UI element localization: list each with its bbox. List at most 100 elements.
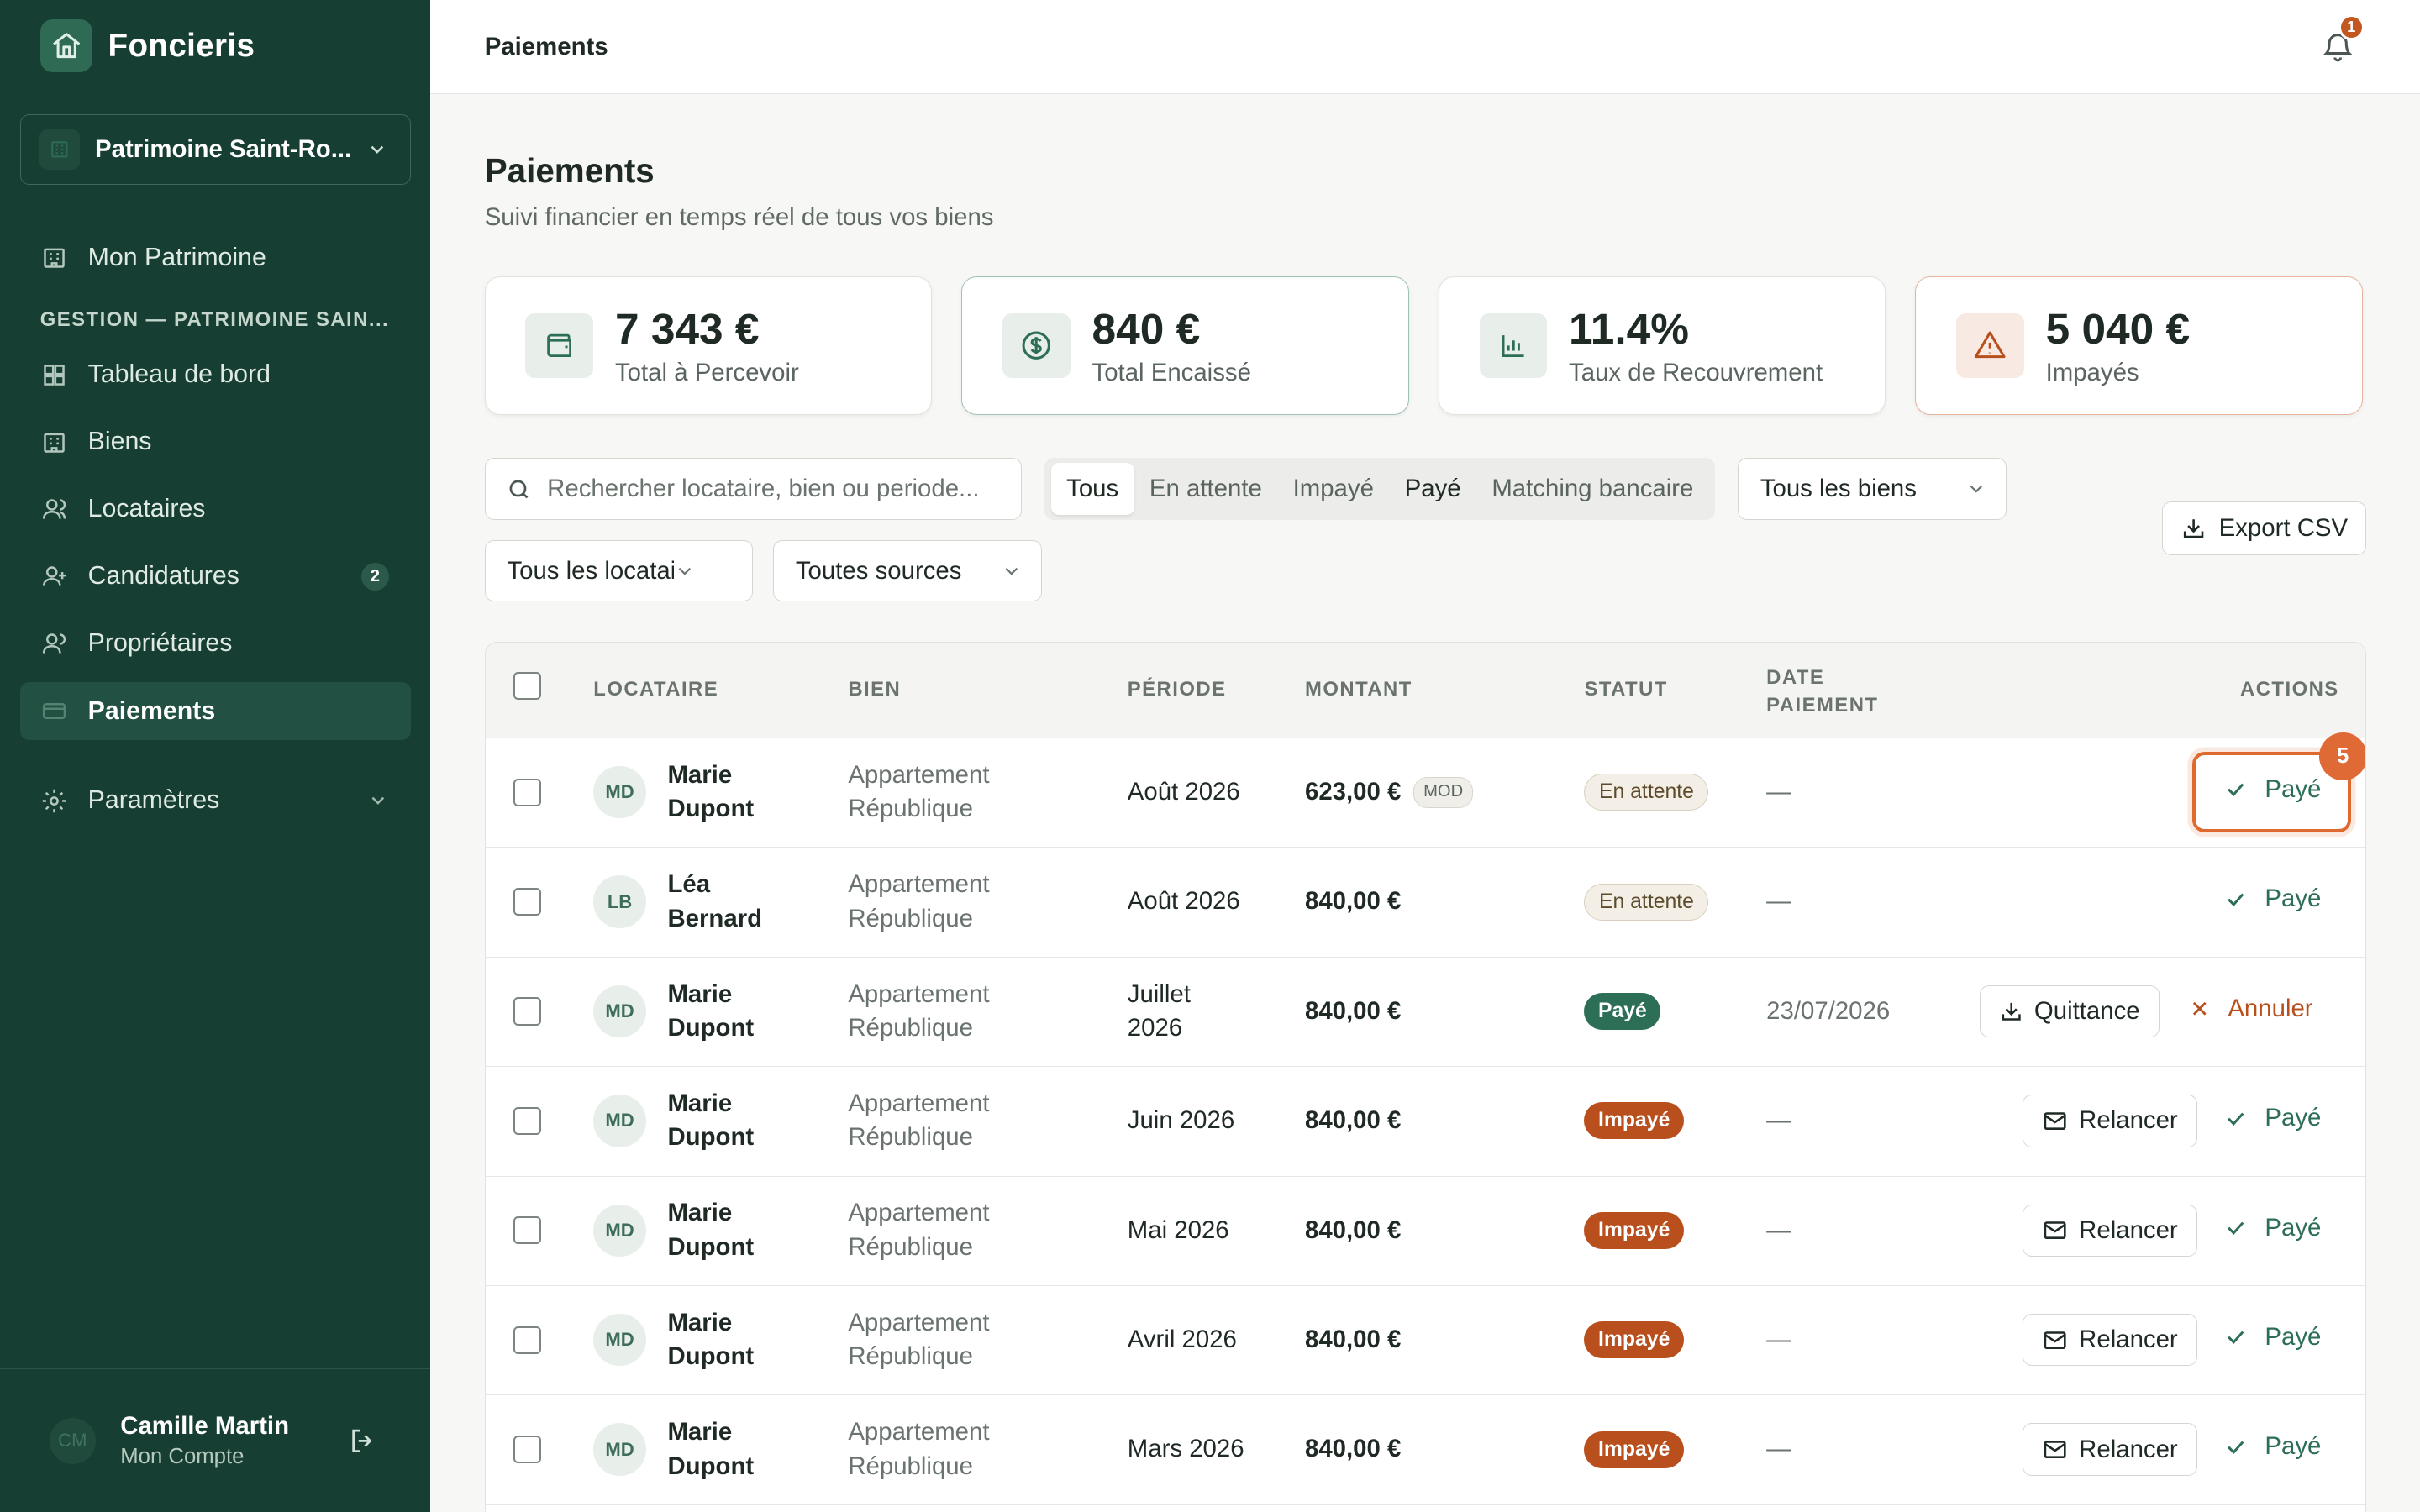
stat-value: 7 343 € bbox=[614, 304, 760, 354]
filter-matching-bancaire[interactable]: Matching bancaire bbox=[1476, 463, 1709, 515]
sidebar-item-paiements[interactable]: Paiements bbox=[19, 681, 411, 741]
mark-paid-button[interactable]: Payé bbox=[2223, 885, 2322, 913]
relancer-button[interactable]: Relancer bbox=[2023, 1313, 2197, 1367]
mail-icon bbox=[2044, 1441, 2066, 1458]
row-checkbox[interactable] bbox=[513, 1326, 541, 1354]
tenant-first-name: Marie bbox=[667, 1089, 733, 1117]
stat-card-total-encaisse: 840 € Total Encaissé bbox=[961, 276, 1409, 416]
property-line1: Appartement bbox=[848, 870, 990, 899]
amount: 840,00 € bbox=[1305, 1432, 1401, 1466]
amount: 840,00 € bbox=[1305, 885, 1401, 918]
column-header-bien: BIEN bbox=[848, 678, 902, 701]
mark-paid-label: Payé bbox=[2265, 885, 2322, 913]
mark-paid-button[interactable]: Payé bbox=[2223, 1432, 2321, 1461]
chevron-down-icon bbox=[371, 146, 384, 155]
amount: 840,00 € bbox=[1305, 995, 1401, 1028]
search-field[interactable] bbox=[484, 458, 1022, 520]
biens-select[interactable]: Tous les biens bbox=[1738, 458, 2007, 520]
mark-paid-label: Payé bbox=[2265, 1104, 2322, 1132]
select-all-checkbox[interactable] bbox=[513, 671, 541, 700]
relancer-button[interactable]: Relancer bbox=[2023, 1204, 2197, 1257]
cancel-payment-button[interactable]: Annuler bbox=[2188, 995, 2313, 1023]
payment-date: — bbox=[1766, 1106, 1791, 1135]
user-account[interactable]: CM Camille Martin Mon Compte bbox=[0, 1368, 431, 1512]
filter-paye[interactable]: Payé bbox=[1389, 463, 1476, 515]
close-icon bbox=[2192, 1001, 2207, 1016]
tenant-name[interactable]: Marie Dupont bbox=[667, 1306, 806, 1374]
sidebar-item-proprietaires[interactable]: Propriétaires bbox=[20, 615, 411, 674]
candidatures-count-badge: 2 bbox=[360, 562, 389, 591]
workspace-selector[interactable]: Patrimoine Saint-Ro... bbox=[19, 113, 411, 186]
row-checkbox[interactable] bbox=[513, 1106, 541, 1135]
relancer-label: Relancer bbox=[2079, 1326, 2178, 1354]
locataires-select[interactable]: Tous les locataires bbox=[484, 539, 754, 602]
tenant-name[interactable]: Marie Dupont bbox=[667, 1415, 806, 1483]
mark-paid-label: Payé bbox=[2265, 1322, 2322, 1351]
filter-en-attente[interactable]: En attente bbox=[1134, 463, 1278, 515]
payment-date: — bbox=[1766, 887, 1791, 916]
table-row: MD Marie Dupont Appartement République Aoû… bbox=[485, 732, 2365, 848]
quittance-button[interactable]: Quittance bbox=[1979, 984, 2160, 1038]
filter-impaye[interactable]: Impayé bbox=[1277, 463, 1389, 515]
amount-value: 840,00 € bbox=[1305, 1215, 1402, 1244]
amount-value: 840,00 € bbox=[1305, 887, 1402, 916]
check-icon bbox=[2227, 1441, 2244, 1454]
tenant-last-name: Dupont bbox=[667, 795, 755, 823]
sidebar-item-parametres[interactable]: Paramètres bbox=[20, 771, 411, 830]
check-icon bbox=[2227, 1221, 2244, 1235]
status-filter-tabs: Tous En attente Impayé Payé Matching ban… bbox=[1044, 458, 1716, 520]
chevron-down-icon bbox=[371, 796, 385, 806]
sidebar-item-mon-patrimoine[interactable]: Mon Patrimoine bbox=[20, 228, 411, 287]
brand: Foncieris bbox=[0, 0, 431, 93]
relancer-button[interactable]: Relancer bbox=[2023, 1095, 2197, 1147]
sources-select[interactable]: Toutes sources bbox=[773, 539, 1042, 602]
row-checkbox[interactable] bbox=[513, 778, 541, 806]
payment-date: — bbox=[1766, 1435, 1791, 1463]
logout-icon[interactable] bbox=[347, 1425, 378, 1457]
brand-name: Foncieris bbox=[108, 27, 255, 64]
table-row: MD Marie Dupont Appartement République Mai… bbox=[485, 1177, 2365, 1286]
tenant-name[interactable]: Marie Dupont bbox=[667, 759, 806, 827]
mark-paid-button[interactable]: Payé bbox=[2223, 1104, 2322, 1132]
sidebar-item-locataires[interactable]: Locataires bbox=[20, 480, 411, 538]
avatar: MD bbox=[593, 1313, 646, 1367]
amount-value: 840,00 € bbox=[1305, 996, 1402, 1025]
column-header-date-line1: DATE bbox=[1766, 665, 1825, 689]
mark-paid-button[interactable]: Payé bbox=[2223, 775, 2321, 804]
row-checkbox[interactable] bbox=[513, 997, 541, 1026]
tenant-name[interactable]: Marie Dupont bbox=[667, 978, 806, 1046]
mark-paid-button[interactable]: Payé bbox=[2223, 1322, 2322, 1352]
relancer-button[interactable]: Relancer bbox=[2023, 1423, 2197, 1476]
tenant-name[interactable]: Marie Dupont bbox=[667, 1196, 806, 1264]
user-plus-icon bbox=[42, 566, 66, 586]
user-info: Camille Martin Mon Compte bbox=[120, 1412, 347, 1470]
cancel-label: Annuler bbox=[2228, 994, 2313, 1022]
property-name: Appartement République bbox=[848, 978, 1064, 1046]
mark-paid-button[interactable]: Payé bbox=[2223, 1214, 2321, 1242]
sidebar-item-candidatures[interactable]: Candidatures 2 bbox=[20, 548, 411, 606]
sidebar-item-biens[interactable]: Biens bbox=[20, 412, 411, 471]
export-csv-button[interactable]: Export CSV bbox=[2162, 501, 2366, 556]
workspace-name: Patrimoine Saint-Ro... bbox=[95, 135, 352, 164]
chevron-down-icon bbox=[1005, 567, 1018, 575]
row-checkbox[interactable] bbox=[513, 1436, 541, 1464]
column-header-montant: MONTANT bbox=[1305, 678, 1413, 701]
row-checkbox[interactable] bbox=[513, 888, 541, 916]
tenant-name[interactable]: Léa Bernard bbox=[667, 868, 806, 936]
property-line2: République bbox=[848, 1123, 973, 1152]
tenant-name[interactable]: Marie Dupont bbox=[667, 1087, 806, 1155]
stat-card-impayes: 5 040 € Impayés bbox=[1915, 276, 2363, 416]
status-badge: En attente bbox=[1584, 883, 1709, 921]
sidebar-item-tableau-de-bord[interactable]: Tableau de bord bbox=[20, 345, 411, 404]
row-checkbox[interactable] bbox=[513, 1216, 541, 1245]
search-input[interactable] bbox=[547, 475, 995, 504]
stat-label: Impayés bbox=[2045, 358, 2139, 386]
chevron-down-icon bbox=[1970, 486, 1982, 493]
payment-date: — bbox=[1766, 1325, 1791, 1353]
stat-label: Total Encaissé bbox=[1092, 358, 1251, 386]
stat-value: 840 € bbox=[1092, 304, 1201, 354]
tenant-first-name: Léa bbox=[667, 870, 711, 899]
column-header-actions: ACTIONS bbox=[2240, 678, 2339, 701]
select-value: Tous les locataires bbox=[507, 556, 673, 585]
filter-tous[interactable]: Tous bbox=[1050, 462, 1134, 516]
